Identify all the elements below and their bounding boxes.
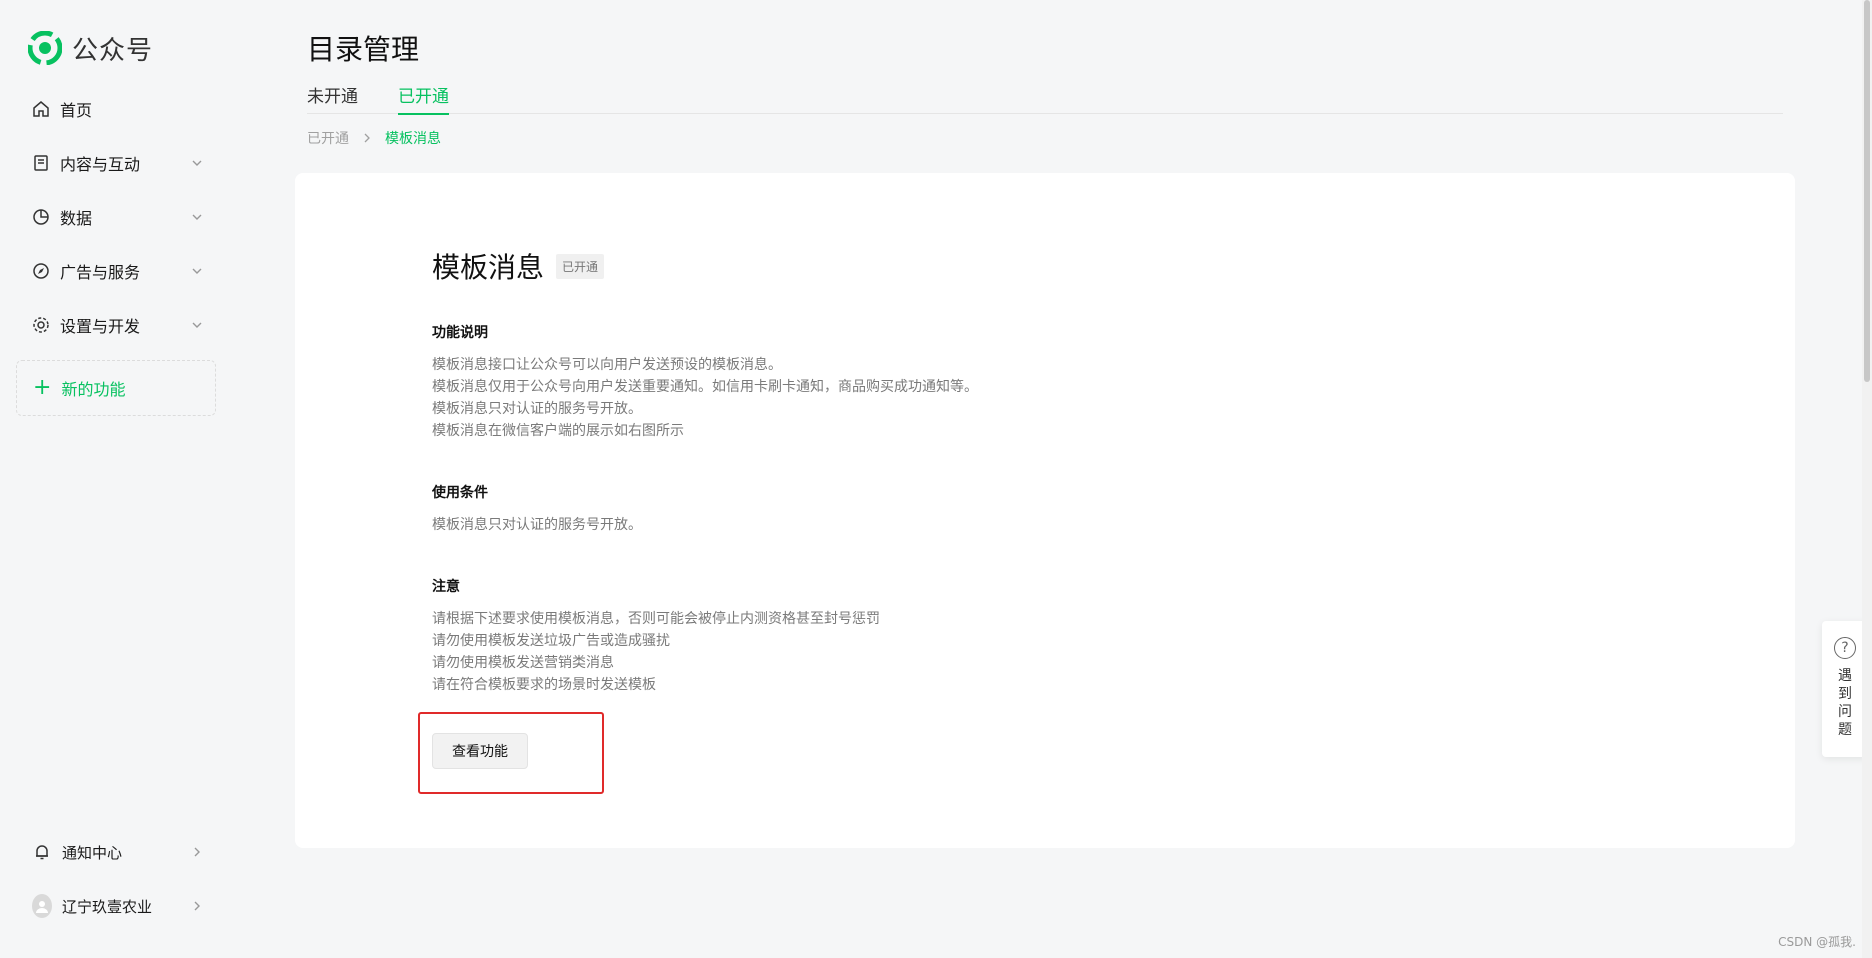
- breadcrumb: 已开通 模板消息: [307, 128, 441, 148]
- scroll-thumb[interactable]: [1864, 0, 1870, 382]
- section-line: 模板消息在微信客户端的展示如右图所示: [432, 423, 684, 439]
- sidebar: 公众号 首页 内容与互动 数据 广告与服务 设置与开发 + 新的功能 通知中心 …: [0, 0, 230, 958]
- tab-not-activated[interactable]: 未开通: [307, 82, 358, 114]
- home-icon: [32, 100, 50, 118]
- new-feature-label: 新的功能: [61, 380, 126, 399]
- section-line: 请勿使用模板发送营销类消息: [432, 655, 614, 671]
- document-icon: [32, 154, 50, 172]
- breadcrumb-root[interactable]: 已开通: [307, 128, 349, 148]
- sidebar-item-label: 内容与互动: [60, 155, 141, 174]
- tabs: 未开通 已开通: [307, 82, 1783, 115]
- sidebar-nav: 首页 内容与互动 数据 广告与服务 设置与开发 + 新的功能: [16, 82, 216, 416]
- chevron-right-icon: [194, 901, 200, 911]
- chevron-down-icon: [192, 322, 202, 328]
- pie-chart-icon: [32, 208, 50, 226]
- sidebar-item-label: 数据: [60, 209, 93, 228]
- section-title: 使用条件: [432, 485, 488, 501]
- breadcrumb-current: 模板消息: [385, 131, 441, 147]
- section-title: 功能说明: [432, 325, 488, 341]
- status-badge: 已开通: [556, 253, 605, 279]
- sidebar-item-settings[interactable]: 设置与开发: [16, 298, 216, 352]
- sidebar-item-home[interactable]: 首页: [16, 82, 216, 136]
- sidebar-item-content[interactable]: 内容与互动: [16, 136, 216, 190]
- sidebar-item-label: 广告与服务: [60, 263, 141, 282]
- question-icon: ?: [1834, 637, 1856, 659]
- chevron-down-icon: [192, 160, 202, 166]
- new-feature-button[interactable]: + 新的功能: [16, 360, 216, 416]
- wechat-official-logo-icon: [28, 31, 62, 65]
- section-conditions: 使用条件 模板消息只对认证的服务号开放。: [432, 482, 1132, 536]
- plus-icon: +: [33, 375, 52, 400]
- sidebar-item-data[interactable]: 数据: [16, 190, 216, 244]
- sidebar-item-notifications[interactable]: 通知中心: [16, 825, 216, 879]
- view-feature-button[interactable]: 查看功能: [432, 733, 528, 769]
- sidebar-item-ads[interactable]: 广告与服务: [16, 244, 216, 298]
- sidebar-item-label: 首页: [60, 101, 93, 120]
- section-line: 模板消息只对认证的服务号开放。: [432, 401, 642, 417]
- user-avatar-icon: [32, 894, 52, 918]
- page-title: 目录管理: [307, 33, 420, 66]
- gear-icon: [32, 316, 50, 334]
- sidebar-item-account[interactable]: 辽宁玖壹农业: [16, 879, 216, 933]
- section-line: 模板消息接口让公众号可以向用户发送预设的模板消息。: [432, 357, 782, 373]
- chevron-down-icon: [192, 268, 202, 274]
- section-line: 请勿使用模板发送垃圾广告或造成骚扰: [432, 633, 670, 649]
- section-description: 功能说明 模板消息接口让公众号可以向用户发送预设的模板消息。 模板消息仅用于公众…: [432, 322, 1132, 442]
- notifications-label: 通知中心: [62, 843, 123, 862]
- section-line: 模板消息只对认证的服务号开放。: [432, 517, 642, 533]
- page-scrollbar[interactable]: [1862, 0, 1872, 958]
- brand[interactable]: 公众号: [28, 30, 153, 66]
- avatar: [32, 894, 52, 918]
- account-name: 辽宁玖壹农业: [62, 897, 153, 916]
- section-line: 请在符合模板要求的场景时发送模板: [432, 677, 656, 693]
- section-title: 注意: [432, 579, 460, 595]
- watermark: CSDN @孤我.: [1778, 935, 1856, 949]
- chevron-right-icon: [194, 847, 200, 857]
- help-label: 遇 到 问 题: [1838, 668, 1852, 738]
- compass-icon: [32, 262, 50, 280]
- feature-name: 模板消息: [432, 251, 545, 284]
- section-notice: 注意 请根据下述要求使用模板消息，否则可能会被停止内测资格甚至封号惩罚 请勿使用…: [432, 576, 1132, 696]
- sidebar-bottom: 通知中心 辽宁玖壹农业: [16, 825, 216, 933]
- chevron-down-icon: [192, 214, 202, 220]
- brand-name: 公众号: [72, 35, 154, 66]
- tab-activated[interactable]: 已开通: [398, 82, 449, 115]
- section-line: 模板消息仅用于公众号向用户发送重要通知。如信用卡刷卡通知，商品购买成功通知等。: [432, 379, 978, 395]
- section-line: 请根据下述要求使用模板消息，否则可能会被停止内测资格甚至封号惩罚: [432, 611, 880, 627]
- feature-title: 模板消息 已开通: [432, 246, 605, 286]
- chevron-right-icon: [364, 133, 370, 143]
- bell-icon: [32, 842, 52, 862]
- sidebar-item-label: 设置与开发: [60, 317, 141, 336]
